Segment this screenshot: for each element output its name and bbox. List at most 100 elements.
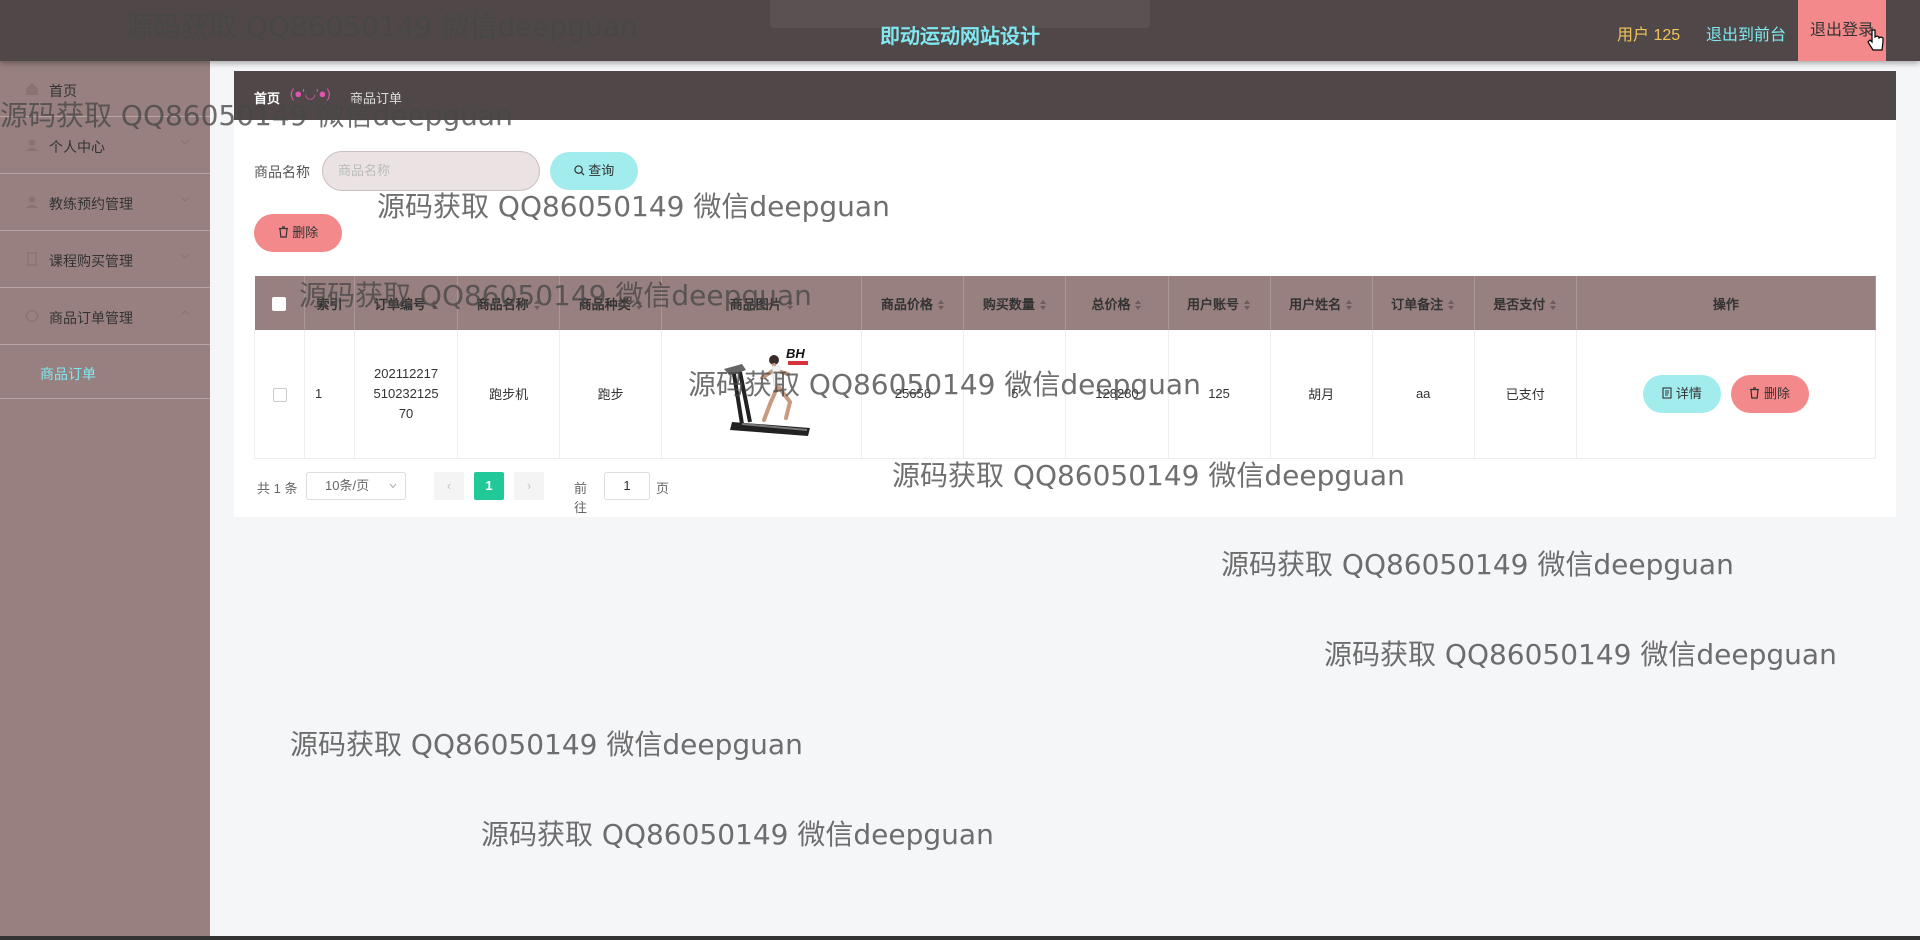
pagination-total: 共 1 条: [257, 481, 298, 496]
sort-icon: [1346, 300, 1353, 311]
sort-icon: [533, 300, 540, 311]
sidebar-item-home[interactable]: 首页: [0, 61, 210, 117]
sidebar-item-goods-order[interactable]: 商品订单管理: [0, 288, 210, 345]
trash-icon: [1750, 387, 1760, 399]
cell-user-name: 胡月: [1270, 330, 1373, 459]
cell-index: 1: [304, 330, 356, 459]
sidebar: 首页 个人中心 教练预约管理 课程购买管理 商品订单管理 商品订单: [0, 61, 210, 940]
query-button[interactable]: 查询: [550, 152, 638, 190]
search-icon: [573, 165, 585, 176]
row-delete-label: 删除: [1763, 385, 1790, 401]
sidebar-subitem-label: 商品订单: [40, 366, 96, 382]
search-input[interactable]: 商品名称: [322, 151, 540, 191]
cell-actions: 详情 删除: [1576, 330, 1877, 459]
col-user-name[interactable]: 用户姓名: [1270, 276, 1373, 330]
page-size-value: 10条/页: [325, 478, 370, 493]
col-goods-image[interactable]: 商品图片: [661, 276, 863, 330]
watermark: 源码获取 QQ86050149 微信deepguan: [290, 728, 803, 761]
watermark: 源码获取 QQ86050149 微信deepguan: [1324, 638, 1837, 671]
sidebar-item-coach[interactable]: 教练预约管理: [0, 174, 210, 231]
sort-icon: [1448, 300, 1455, 311]
search-label: 商品名称: [254, 164, 310, 180]
page-size-select[interactable]: 10条/页: [306, 472, 406, 500]
page-unit-label: 页: [656, 481, 670, 496]
query-button-label: 查询: [588, 163, 615, 178]
back-to-front-link[interactable]: 退出到前台: [1706, 21, 1786, 45]
sidebar-item-label: 首页: [49, 83, 77, 99]
col-goods-name[interactable]: 商品名称: [457, 276, 561, 330]
detail-label: 详情: [1675, 385, 1702, 401]
order-no-line: 70: [398, 405, 414, 421]
detail-button[interactable]: 详情: [1643, 374, 1722, 413]
sort-icon: [431, 300, 438, 311]
col-note[interactable]: 订单备注: [1372, 276, 1475, 330]
breadcrumb-home[interactable]: 首页: [254, 88, 280, 107]
cell-order-no: 202112217 510232125 70: [354, 330, 459, 459]
col-order-no[interactable]: 订单编号: [354, 276, 459, 330]
chevron-down-icon: [389, 483, 397, 489]
cell-goods-kind: 跑步: [559, 330, 663, 459]
prev-page-button[interactable]: ‹: [434, 472, 464, 500]
row-delete-button[interactable]: 删除: [1730, 374, 1809, 413]
cell-paid: 已支付: [1474, 330, 1577, 459]
breadcrumb-current: 商品订单: [350, 91, 403, 106]
select-all-cell: [254, 276, 306, 330]
cell-goods-name: 跑步机: [457, 330, 561, 459]
chevron-down-icon: [180, 253, 190, 259]
sidebar-item-label: 教练预约管理: [49, 196, 133, 212]
row-checkbox[interactable]: [272, 387, 287, 402]
sidebar-item-label: 课程购买管理: [49, 253, 133, 269]
cell-total: 128280: [1065, 330, 1169, 459]
col-qty[interactable]: 购买数量: [963, 276, 1067, 330]
sort-icon: [1135, 300, 1142, 311]
top-bar: 即动运动网站设计 用户 125 退出到前台 退出登录: [0, 0, 1920, 61]
col-goods-kind[interactable]: 商品种类: [559, 276, 663, 330]
breadcrumb: 首页 (●'◡'●) 商品订单: [234, 71, 1896, 120]
cell-price: 25656: [861, 330, 965, 459]
col-price[interactable]: 商品价格: [861, 276, 965, 330]
col-total[interactable]: 总价格: [1065, 276, 1169, 330]
doc-icon: [27, 252, 37, 266]
cell-account: 125: [1168, 330, 1271, 459]
mouse-pointer-icon: [1867, 29, 1884, 51]
image-brand-text: BH: [786, 346, 805, 361]
watermark: 源码获取 QQ86050149 微信deepguan: [481, 818, 994, 851]
batch-delete-label: 删除: [292, 225, 319, 240]
goto-page-input[interactable]: 1: [604, 472, 650, 500]
col-actions: 操作: [1576, 276, 1877, 330]
page-number-active[interactable]: 1: [474, 472, 504, 500]
sort-icon: [1244, 300, 1251, 311]
sidebar-item-course[interactable]: 课程购买管理: [0, 231, 210, 288]
col-paid[interactable]: 是否支付: [1474, 276, 1577, 330]
goto-label: 前往: [574, 481, 588, 515]
current-user: 用户 125: [1617, 27, 1681, 44]
user-icon: [26, 139, 38, 151]
chevron-up-icon: [180, 310, 190, 316]
watermark: 源码获取 QQ86050149 微信deepguan: [1221, 548, 1734, 581]
circle-icon: [25, 309, 39, 323]
cell-note: aa: [1372, 330, 1475, 459]
sidebar-subitem-goods-order[interactable]: 商品订单: [0, 345, 210, 399]
user-icon: [26, 196, 38, 208]
bottom-strip: [0, 936, 1920, 940]
document-icon: [1662, 387, 1672, 399]
breadcrumb-separator: (●'◡'●): [290, 86, 331, 101]
order-no-line: 202112217: [374, 365, 439, 381]
sidebar-item-label: 个人中心: [49, 139, 105, 155]
cell-qty: 5: [963, 330, 1067, 459]
treadmill-image: BH: [711, 343, 812, 444]
col-account[interactable]: 用户账号: [1168, 276, 1271, 330]
table-header-row: 索引 订单编号 商品名称 商品种类 商品图片 商品价格 购买数量 总价格 用户账…: [254, 276, 1877, 330]
home-icon: [26, 83, 38, 95]
next-page-button[interactable]: ›: [514, 472, 544, 500]
sidebar-item-personal[interactable]: 个人中心: [0, 117, 210, 174]
select-all-checkbox[interactable]: [272, 296, 287, 311]
trash-icon: [278, 226, 288, 238]
sidebar-item-label: 商品订单管理: [49, 310, 133, 326]
orders-table: 索引 订单编号 商品名称 商品种类 商品图片 商品价格 购买数量 总价格 用户账…: [253, 276, 1877, 459]
main-panel: 商品名称 商品名称 查询 删除 索引 订单编号 商品名称 商品种类 商品图片 商…: [234, 120, 1896, 517]
batch-delete-button[interactable]: 删除: [254, 214, 342, 252]
sort-icon: [937, 300, 944, 311]
chevron-down-icon: [180, 139, 190, 145]
table-row: 1 202112217 510232125 70 跑步机 跑步 BH 25656…: [253, 330, 1877, 459]
